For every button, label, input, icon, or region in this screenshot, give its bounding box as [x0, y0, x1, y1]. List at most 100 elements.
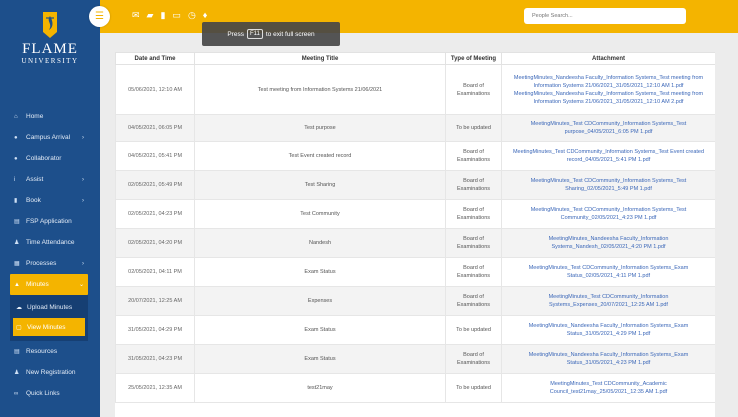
clock-icon[interactable]: ◷ — [188, 10, 196, 21]
sidebar-item-label: Minutes — [26, 281, 49, 288]
view-icon: ▢ — [16, 324, 22, 331]
sidebar-item-home[interactable]: ⌂ Home — [0, 106, 100, 127]
chevron-right-icon: › — [82, 260, 84, 267]
chevron-right-icon: › — [82, 134, 84, 141]
resources-icon: ▤ — [14, 349, 20, 355]
table-row: 02/05/2021, 05:49 PM Test Sharing Board … — [115, 170, 715, 200]
sidebar-item-assist[interactable]: i Assist › — [0, 169, 100, 190]
table-row: 25/05/2021, 12:35 AM test21may To be upd… — [115, 373, 715, 403]
table-row: 02/05/2021, 04:20 PM Nandesh Board of Ex… — [115, 228, 715, 258]
sidebar-item-collaborator[interactable]: ● Collaborator — [0, 148, 100, 169]
monitor-icon[interactable]: ▭ — [172, 10, 181, 21]
cell-title: Exam Status — [194, 315, 446, 345]
minutes-submenu: ☁ Upload Minutes ▢ View Minutes — [10, 295, 88, 341]
attachment-link[interactable]: MeetingMinutes_Test CDCommunity_Informat… — [501, 257, 715, 287]
cell-type: Board of Examinations — [445, 199, 502, 229]
sidebar-item-minutes[interactable]: ▲ Minutes ⌄ — [10, 274, 88, 295]
attachment-link[interactable]: MeetingMinutes_Nandeesha Faculty_Informa… — [501, 344, 715, 374]
sidebar-item-label: Collaborator — [26, 155, 62, 162]
people-search-input[interactable] — [524, 8, 686, 24]
cell-date: 02/05/2021, 04:20 PM — [115, 228, 195, 258]
form-icon: ▤ — [14, 219, 20, 225]
sidebar-item-label: Resources — [26, 348, 58, 355]
submenu-item-label: View Minutes — [27, 323, 66, 331]
sidebar-item-campus-arrival[interactable]: ● Campus Arrival › — [0, 127, 100, 148]
minutes-icon: ▲ — [14, 281, 20, 288]
attachment-link[interactable]: MeetingMinutes_Test CDCommunity_Informat… — [501, 199, 715, 229]
cell-date: 20/07/2021, 12:25 AM — [115, 286, 195, 316]
sidebar-item-processes[interactable]: ▦ Processes › — [0, 253, 100, 274]
link-icon: ∞ — [14, 390, 19, 397]
brand-name: FLAME — [22, 41, 78, 57]
table-row: 04/05/2021, 05:41 PM Test Event created … — [115, 141, 715, 171]
cell-title: Nandesh — [194, 228, 446, 258]
attachment-link[interactable]: MeetingMinutes_Nandeesha Faculty_Informa… — [501, 315, 715, 345]
cell-type: To be updated — [445, 373, 502, 403]
flame-logo[interactable]: FLAME UNIVERSITY — [0, 8, 100, 86]
minutes-table-card: Date and Time Meeting Title Type of Meet… — [115, 52, 715, 417]
sidebar-item-book[interactable]: ▮ Book › — [0, 190, 100, 211]
attachment-link[interactable]: MeetingMinutes_Nandeesha Faculty_Informa… — [501, 228, 715, 258]
sidebar-item-fsp-application[interactable]: ▤ FSP Application — [0, 211, 100, 232]
column-header-title[interactable]: Meeting Title — [194, 52, 446, 65]
user-clock-icon: ♟ — [14, 240, 20, 246]
column-header-attachment[interactable]: Attachment — [501, 52, 715, 65]
cell-type: Board of Examinations — [445, 228, 502, 258]
attachment-link[interactable]: MeetingMinutes_Nandeesha Faculty_Informa… — [501, 64, 715, 115]
sidebar-item-label: Book — [26, 197, 41, 204]
brand-subtitle: UNIVERSITY — [21, 57, 79, 65]
sidebar-item-time-attendance[interactable]: ♟ Time Attendance — [0, 232, 100, 253]
chevron-down-icon: ⌄ — [78, 282, 84, 288]
submenu-item-label: Upload Minutes — [27, 303, 73, 311]
submenu-item-view-minutes[interactable]: ▢ View Minutes — [13, 318, 85, 336]
cell-type: Board of Examinations — [445, 257, 502, 287]
column-header-type[interactable]: Type of Meeting — [445, 52, 502, 65]
registration-icon: ♟ — [14, 370, 20, 376]
attachment-link[interactable]: MeetingMinutes_Test CDCommunity_Informat… — [501, 141, 715, 171]
fullscreen-exit-tip: Press F11 to exit full screen — [202, 22, 340, 46]
menu-toggle-button[interactable]: ☰ — [89, 6, 110, 27]
sidebar-item-label: New Registration — [26, 369, 76, 376]
table-row: 02/05/2021, 04:11 PM Exam Status Board o… — [115, 257, 715, 287]
book-icon: ▮ — [14, 198, 18, 204]
sidebar-item-label: Processes — [26, 260, 57, 267]
graduation-cap-icon[interactable]: ▰ — [147, 10, 154, 21]
cell-type: Board of Examinations — [445, 286, 502, 316]
sidebar-item-label: Home — [26, 113, 44, 120]
table-row: 31/05/2021, 04:29 PM Exam Status To be u… — [115, 315, 715, 345]
cell-title: Test Sharing — [194, 170, 446, 200]
cell-type: Board of Examinations — [445, 64, 502, 115]
sidebar: FLAME UNIVERSITY ⌂ Home ● Campus Arrival… — [0, 0, 100, 417]
topbar: ☰ ✉ ▰ ▮ ▭ ◷ ♦ — [89, 0, 738, 33]
book-icon[interactable]: ▮ — [160, 10, 165, 21]
column-header-date[interactable]: Date and Time — [115, 52, 195, 65]
cell-title: Test meeting from Information Systems 21… — [194, 64, 446, 115]
topbar-icon-group: ✉ ▰ ▮ ▭ ◷ ♦ — [132, 10, 207, 21]
bell-icon[interactable]: ♦ — [203, 10, 208, 21]
sidebar-item-quick-links[interactable]: ∞ Quick Links — [0, 383, 100, 404]
attachment-link[interactable]: MeetingMinutes_Test CDCommunity_Academic… — [501, 373, 715, 403]
mail-icon[interactable]: ✉ — [132, 10, 140, 21]
sidebar-item-label: Campus Arrival — [26, 134, 71, 141]
table-row: 04/05/2021, 06:05 PM Test purpose To be … — [115, 114, 715, 142]
sidebar-nav: ⌂ Home ● Campus Arrival › ● Collaborator… — [0, 106, 100, 404]
cell-title: Test purpose — [194, 114, 446, 142]
cell-type: Board of Examinations — [445, 141, 502, 171]
sidebar-item-new-registration[interactable]: ♟ New Registration — [0, 362, 100, 383]
table-header-row: Date and Time Meeting Title Type of Meet… — [115, 52, 715, 65]
menu-icon: ☰ — [95, 11, 104, 22]
info-icon: i — [14, 176, 16, 183]
submenu-item-upload-minutes[interactable]: ☁ Upload Minutes — [10, 298, 88, 316]
minutes-table: Date and Time Meeting Title Type of Meet… — [115, 52, 715, 403]
attachment-link[interactable]: MeetingMinutes_Test CDCommunity_Informat… — [501, 114, 715, 142]
cell-type: To be updated — [445, 315, 502, 345]
chevron-right-icon: › — [82, 176, 84, 183]
sidebar-item-resources[interactable]: ▤ Resources — [0, 341, 100, 362]
table-row: 20/07/2021, 12:25 AM Expenses Board of E… — [115, 286, 715, 316]
table-row: 02/05/2021, 04:23 PM Test Community Boar… — [115, 199, 715, 229]
attachment-link[interactable]: MeetingMinutes_Test CDCommunity_Informat… — [501, 170, 715, 200]
tip-prefix: Press — [227, 30, 244, 38]
chevron-right-icon: › — [82, 197, 84, 204]
attachment-link[interactable]: MeetingMinutes_Test CDCommunity_Informat… — [501, 286, 715, 316]
cell-date: 02/05/2021, 05:49 PM — [115, 170, 195, 200]
